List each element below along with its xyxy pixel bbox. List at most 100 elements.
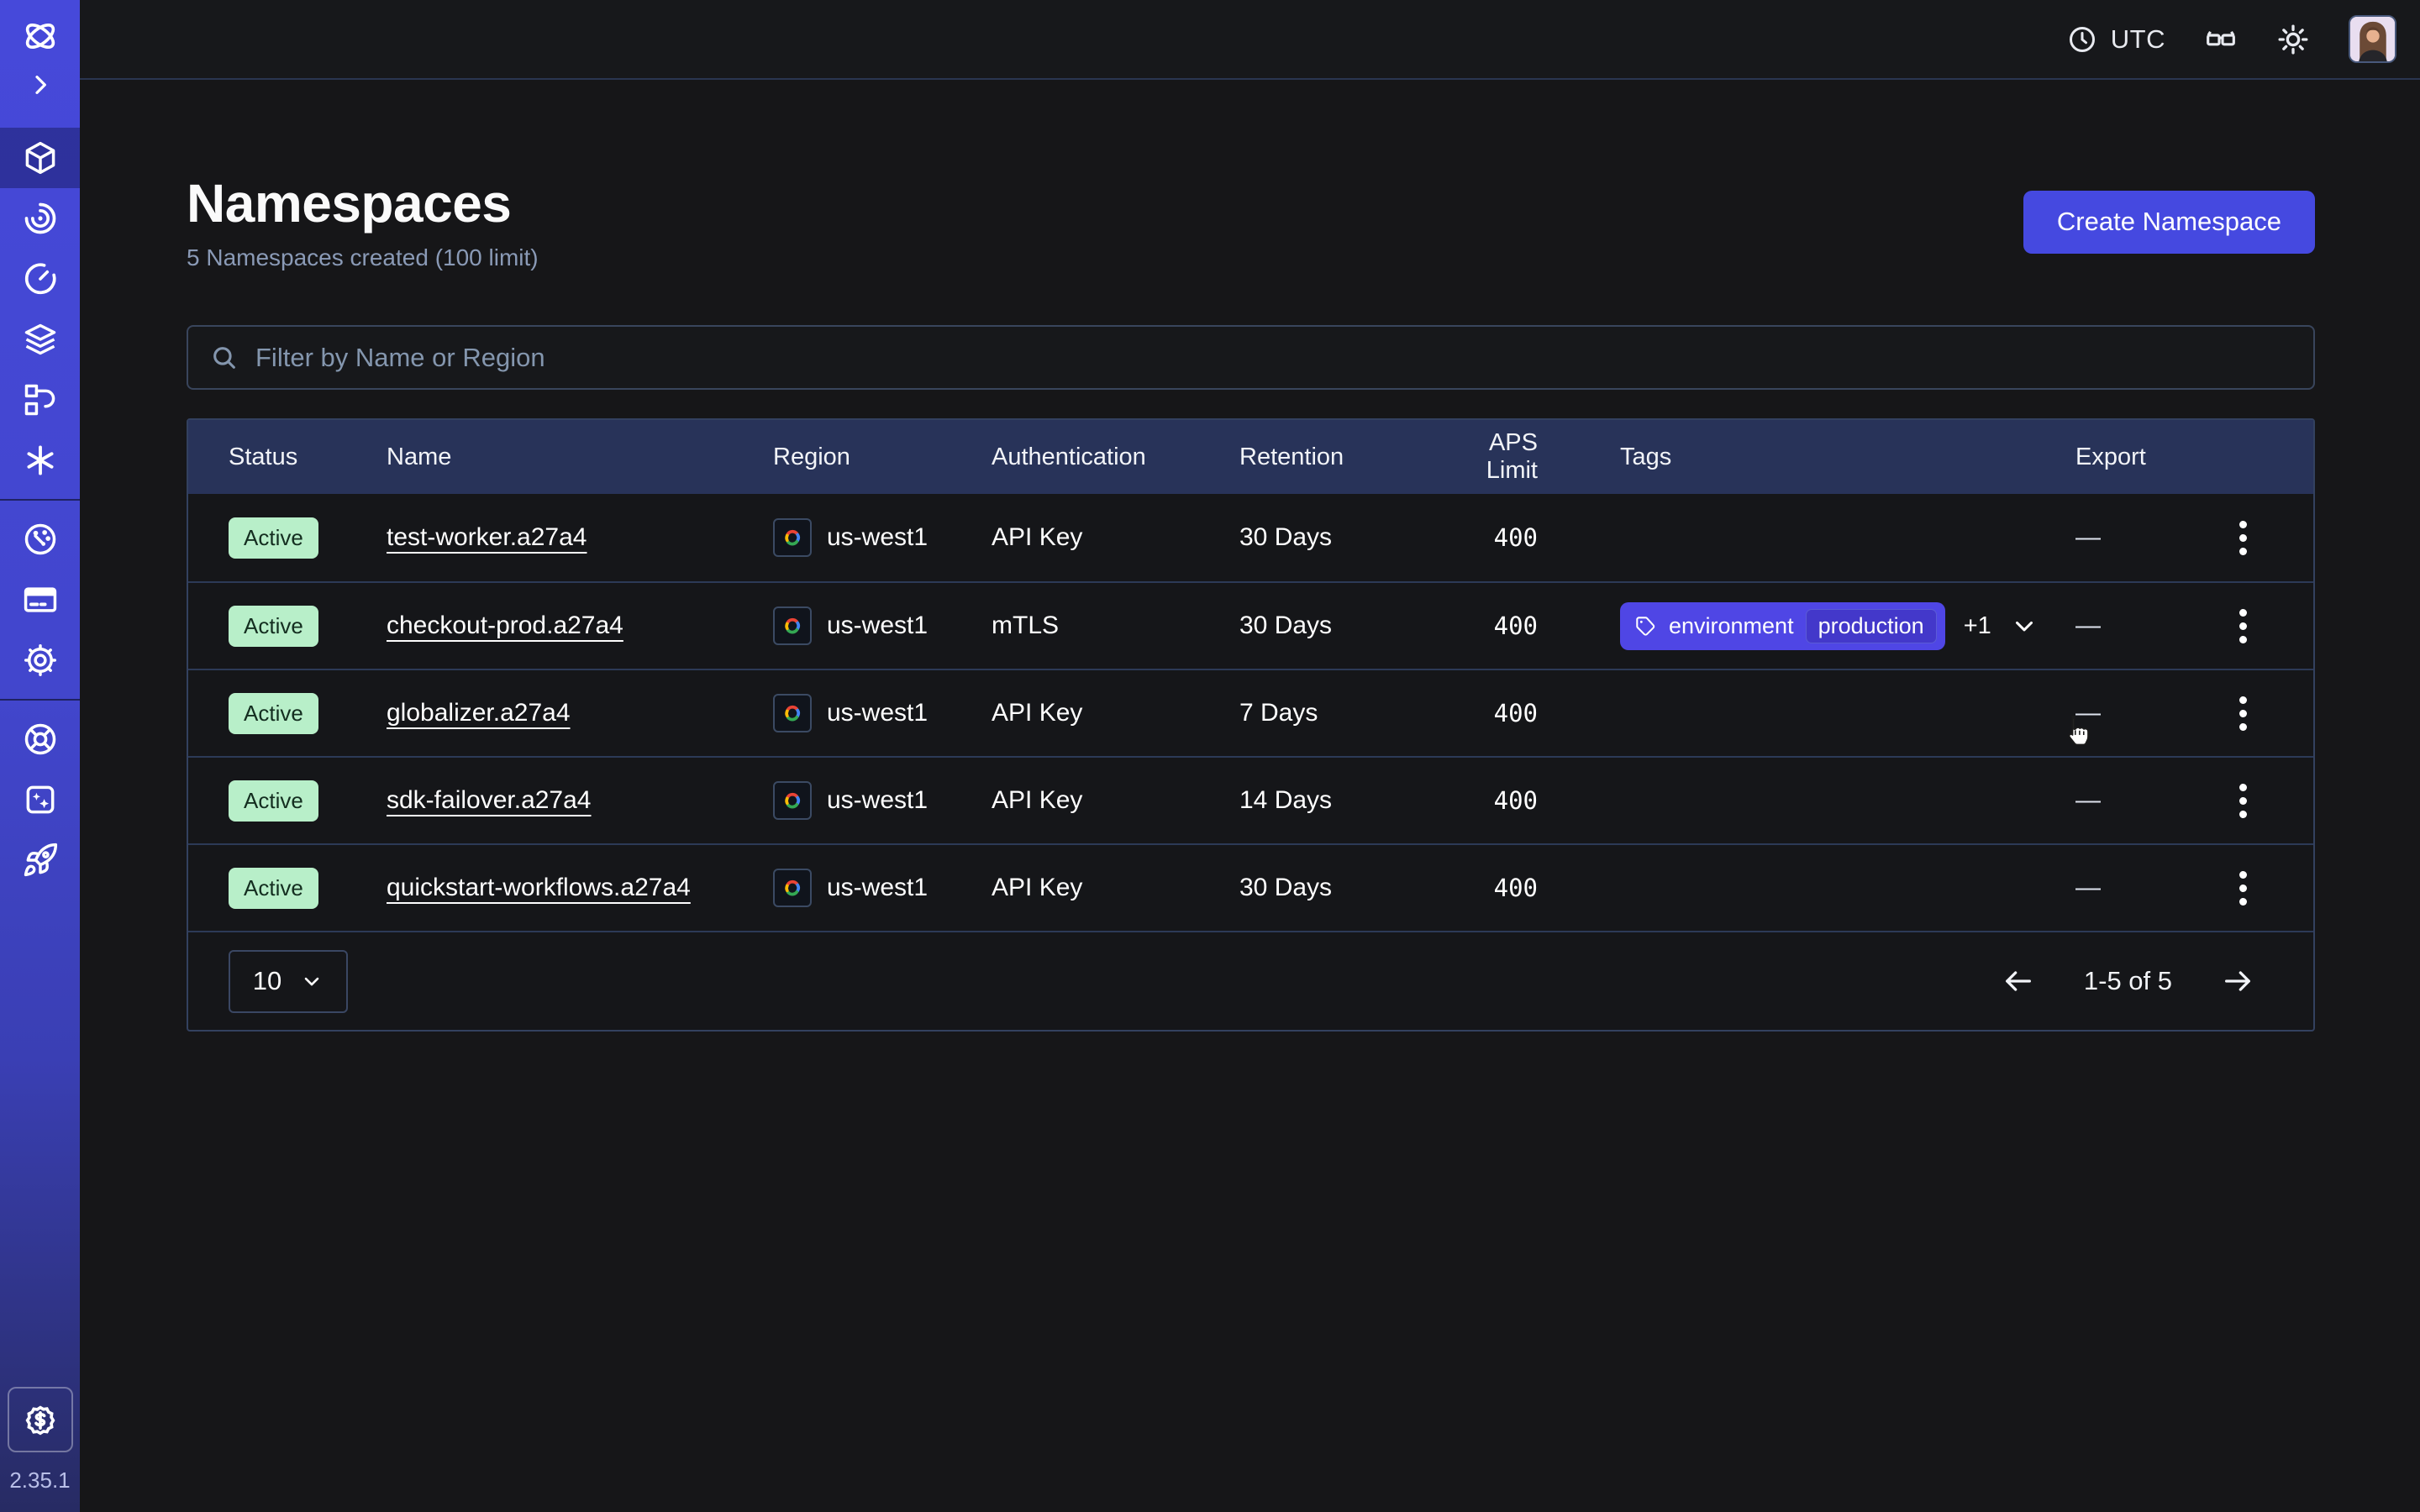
row-actions-menu-button[interactable] <box>2231 863 2255 914</box>
aps-limit: 400 <box>1431 786 1538 815</box>
sidebar-item-settings-gear-icon[interactable] <box>0 630 80 690</box>
filter-bar <box>187 325 2315 390</box>
retention-period: 7 Days <box>1239 699 1431 727</box>
sidebar-divider <box>0 499 80 501</box>
aps-limit: 400 <box>1431 612 1538 640</box>
region-label: us-west1 <box>827 523 928 552</box>
sidebar-item-layers-icon[interactable] <box>0 309 80 370</box>
status-badge: Active <box>229 868 318 909</box>
previous-page-button[interactable] <box>2002 964 2035 998</box>
clock-icon <box>2067 24 2097 55</box>
sidebar: 2.35.1 <box>0 0 80 1512</box>
filter-input[interactable] <box>255 343 2291 373</box>
row-actions-menu-button[interactable] <box>2231 688 2255 739</box>
sidebar-divider <box>0 699 80 701</box>
table-row: Active quickstart-workflows.a27a4 <box>188 843 2313 931</box>
table-body: Active test-worker.a27a4 <box>188 494 2313 931</box>
sidebar-item-archival-spiral-icon[interactable] <box>0 188 80 249</box>
sidebar-item-schedules-timer-icon[interactable] <box>0 249 80 309</box>
row-actions-menu-button[interactable] <box>2231 601 2255 652</box>
retention-period: 30 Days <box>1239 874 1431 902</box>
export-status: — <box>2075 874 2203 902</box>
export-status: — <box>2075 786 2203 815</box>
theme-sun-icon[interactable] <box>2276 23 2310 56</box>
credits-dollar-badge-icon[interactable] <box>8 1387 73 1452</box>
create-namespace-button[interactable]: Create Namespace <box>2023 191 2315 254</box>
export-status: — <box>2075 523 2203 552</box>
next-page-button[interactable] <box>2221 964 2254 998</box>
column-header-aps-limit: APS Limit <box>1431 429 1538 485</box>
auth-method: mTLS <box>992 612 1239 640</box>
gcp-region-icon <box>773 781 812 820</box>
namespace-name-link[interactable]: globalizer.a27a4 <box>387 699 571 727</box>
auth-method: API Key <box>992 523 1239 552</box>
region-label: us-west1 <box>827 874 928 902</box>
pagination-range: 1-5 of 5 <box>2084 966 2172 996</box>
gcp-region-icon <box>773 518 812 557</box>
tag-key: environment <box>1669 613 1794 639</box>
table-row: Active globalizer.a27a4 <box>188 669 2313 756</box>
status-badge: Active <box>229 517 318 559</box>
status-badge: Active <box>229 693 318 734</box>
tag-more-count: +1 <box>1964 612 1991 640</box>
tags-expand-chevron[interactable] <box>2010 612 2039 640</box>
page-size-value: 10 <box>253 966 281 996</box>
gcp-region-icon <box>773 694 812 732</box>
sidebar-item-asterisk-icon[interactable] <box>0 430 80 491</box>
sidebar-item-workflow-graph-icon[interactable] <box>0 370 80 430</box>
topbar: UTC <box>80 0 2420 80</box>
page-title: Namespaces <box>187 172 539 234</box>
sidebar-item-feedback-sparkle-icon[interactable] <box>0 769 80 830</box>
table-row: Active test-worker.a27a4 <box>188 494 2313 581</box>
app-version: 2.35.1 <box>9 1467 70 1494</box>
column-header-region: Region <box>773 444 992 471</box>
main-content: Namespaces 5 Namespaces created (100 lim… <box>80 80 2420 1512</box>
sidebar-item-namespaces-cube-icon[interactable] <box>0 128 80 188</box>
tag-value: production <box>1806 609 1937 643</box>
namespace-name-link[interactable]: test-worker.a27a4 <box>387 523 587 551</box>
sidebar-item-getting-started-rocket-icon[interactable] <box>0 830 80 890</box>
column-header-retention: Retention <box>1239 444 1431 471</box>
auth-method: API Key <box>992 874 1239 902</box>
row-actions-menu-button[interactable] <box>2231 512 2255 564</box>
aps-limit: 400 <box>1431 874 1538 902</box>
auth-method: API Key <box>992 786 1239 815</box>
sidebar-item-billing-card-icon[interactable] <box>0 570 80 630</box>
status-badge: Active <box>229 606 318 647</box>
namespace-name-link[interactable]: sdk-failover.a27a4 <box>387 786 592 814</box>
column-header-status: Status <box>229 444 387 471</box>
table-row: Active sdk-failover.a27a4 <box>188 756 2313 843</box>
sidebar-item-usage-gauge-icon[interactable] <box>0 509 80 570</box>
namespaces-table: Status Name Region Authentication Retent… <box>187 418 2315 1032</box>
tag-icon <box>1634 614 1657 638</box>
auth-method: API Key <box>992 699 1239 727</box>
retention-period: 30 Days <box>1239 612 1431 640</box>
namespace-tag[interactable]: environment production <box>1620 602 1945 650</box>
export-status: — <box>2075 612 2203 640</box>
gcp-region-icon <box>773 869 812 907</box>
table-row: Active checkout-prod.a27a4 <box>188 581 2313 669</box>
page-size-select[interactable]: 10 <box>229 950 348 1013</box>
status-badge: Active <box>229 780 318 822</box>
export-status: — <box>2075 699 2203 727</box>
chevron-down-icon <box>300 969 324 993</box>
column-header-tags: Tags <box>1538 444 2075 471</box>
page-subtitle: 5 Namespaces created (100 limit) <box>187 244 539 271</box>
column-header-export: Export <box>2075 444 2203 471</box>
glasses-icon[interactable] <box>2204 23 2238 56</box>
region-label: us-west1 <box>827 612 928 640</box>
retention-period: 14 Days <box>1239 786 1431 815</box>
retention-period: 30 Days <box>1239 523 1431 552</box>
aps-limit: 400 <box>1431 523 1538 552</box>
region-label: us-west1 <box>827 699 928 727</box>
table-footer: 10 1-5 of 5 <box>188 931 2313 1030</box>
region-label: us-west1 <box>827 786 928 815</box>
sidebar-item-support-lifering-icon[interactable] <box>0 709 80 769</box>
user-avatar[interactable] <box>2349 15 2396 63</box>
sidebar-expand-chevron[interactable] <box>0 60 80 109</box>
namespace-name-link[interactable]: checkout-prod.a27a4 <box>387 612 623 639</box>
timezone-selector[interactable]: UTC <box>2067 24 2165 55</box>
row-actions-menu-button[interactable] <box>2231 775 2255 827</box>
temporal-logo[interactable] <box>0 12 80 60</box>
namespace-name-link[interactable]: quickstart-workflows.a27a4 <box>387 874 691 901</box>
